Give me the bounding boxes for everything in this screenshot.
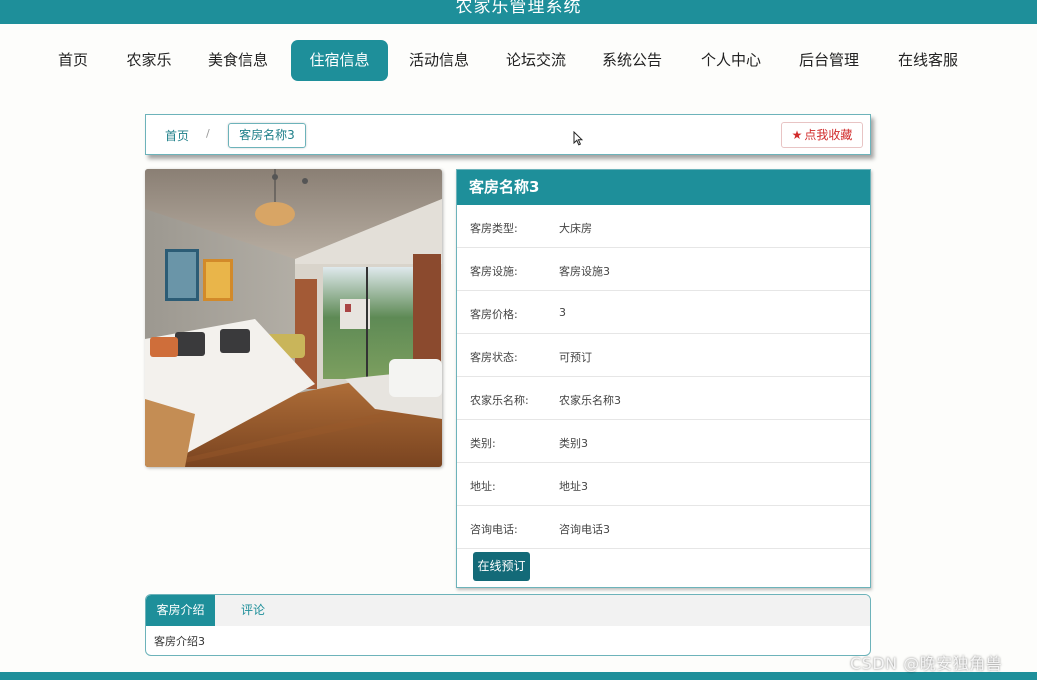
detail-row-category: 类别: 类别3 <box>457 420 870 463</box>
detail-label: 客房类型: <box>470 222 518 235</box>
room-title: 客房名称3 <box>457 170 870 205</box>
detail-row-phone: 咨询电话: 咨询电话3 <box>457 506 870 549</box>
nav-item-lodging[interactable]: 住宿信息 <box>291 40 388 81</box>
mouse-cursor-icon <box>573 131 583 146</box>
detail-value: 可预订 <box>559 351 592 364</box>
detail-label: 客房状态: <box>470 351 518 364</box>
nav-item-food[interactable]: 美食信息 <box>203 40 273 81</box>
room-tabs: 客房介绍 评论 客房介绍3 <box>145 594 871 656</box>
room-photo <box>145 169 442 467</box>
detail-row-room-type: 客房类型: 大床房 <box>457 205 870 248</box>
breadcrumb-current: 客房名称3 <box>228 123 306 148</box>
detail-label: 地址: <box>470 480 496 493</box>
favorite-label: 点我收藏 <box>804 128 853 142</box>
detail-row-farmstay-name: 农家乐名称: 农家乐名称3 <box>457 377 870 420</box>
nav-item-profile[interactable]: 个人中心 <box>696 40 766 81</box>
detail-label: 客房设施: <box>470 265 518 278</box>
detail-row-status: 客房状态: 可预订 <box>457 334 870 377</box>
tab-room-intro[interactable]: 客房介绍 <box>146 595 215 626</box>
tab-content: 客房介绍3 <box>154 635 205 648</box>
detail-value: 类别3 <box>559 437 588 450</box>
detail-label: 农家乐名称: <box>470 394 529 407</box>
breadcrumb: 首页 / 客房名称3 ★ 点我收藏 <box>145 114 871 155</box>
detail-row-price: 客房价格: 3 <box>457 291 870 334</box>
nav-item-forum[interactable]: 论坛交流 <box>501 40 571 81</box>
detail-label: 类别: <box>470 437 496 450</box>
top-header-bar: 农家乐管理系统 <box>0 0 1037 24</box>
detail-row-facilities: 客房设施: 客房设施3 <box>457 248 870 291</box>
breadcrumb-separator: / <box>206 127 210 140</box>
nav-item-admin[interactable]: 后台管理 <box>794 40 864 81</box>
detail-value: 大床房 <box>559 222 592 235</box>
star-icon: ★ <box>791 128 803 142</box>
tab-bar: 客房介绍 评论 <box>146 595 870 626</box>
nav-item-support[interactable]: 在线客服 <box>893 40 963 81</box>
nav-item-farmstay[interactable]: 农家乐 <box>122 40 176 81</box>
tab-comments[interactable]: 评论 <box>226 595 280 626</box>
room-detail-panel: 客房名称3 客房类型: 大床房 客房设施: 客房设施3 客房价格: 3 客房状态… <box>456 169 871 588</box>
main-nav: 首页 农家乐 美食信息 住宿信息 活动信息 论坛交流 系统公告 个人中心 后台管… <box>0 40 1037 82</box>
watermark: CSDN @晚安独角兽 <box>850 654 1003 673</box>
detail-label: 咨询电话: <box>470 523 518 536</box>
detail-row-address: 地址: 地址3 <box>457 463 870 506</box>
detail-value: 客房设施3 <box>559 265 610 278</box>
nav-item-home[interactable]: 首页 <box>52 40 94 81</box>
book-online-button[interactable]: 在线预订 <box>473 552 530 581</box>
detail-label: 客房价格: <box>470 308 518 321</box>
nav-item-announcements[interactable]: 系统公告 <box>597 40 667 81</box>
detail-value: 农家乐名称3 <box>559 394 621 407</box>
nav-item-activities[interactable]: 活动信息 <box>404 40 474 81</box>
detail-value: 3 <box>559 306 566 319</box>
favorite-button[interactable]: ★ 点我收藏 <box>781 122 863 148</box>
detail-value: 地址3 <box>559 480 588 493</box>
breadcrumb-home-link[interactable]: 首页 <box>165 127 189 144</box>
site-title: 农家乐管理系统 <box>455 0 582 17</box>
detail-value: 咨询电话3 <box>559 523 610 536</box>
